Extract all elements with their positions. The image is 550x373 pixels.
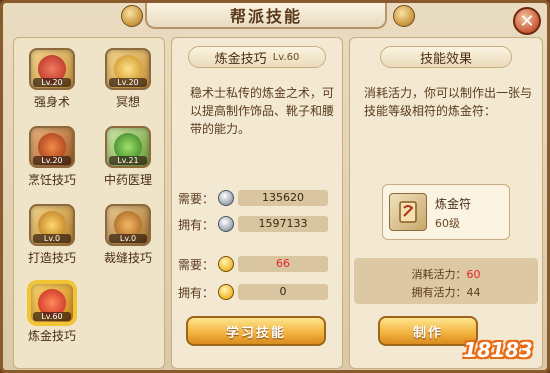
skill-meditation-icon: Lv.20: [105, 48, 151, 90]
skill-name: 炼金技巧: [27, 329, 76, 343]
item-level: 60级: [435, 217, 460, 230]
title-knob-left: [121, 5, 143, 27]
skill-level: Lv.0: [33, 234, 71, 243]
skill-item[interactable]: Lv.21 中药医理: [98, 126, 158, 188]
skill-name: 烹饪技巧: [27, 173, 76, 187]
skill-level: Lv.20: [33, 78, 71, 87]
item-name: 炼金符: [435, 197, 472, 211]
skill-list: Lv.20 强身术 Lv.20 冥想 Lv.20 烹饪技巧 Lv.21 中药医理: [13, 37, 165, 369]
skill-name: 强身术: [33, 95, 70, 109]
site-watermark: 18183: [463, 338, 533, 362]
skill-forging-icon: Lv.0: [29, 204, 75, 246]
contribution-icon: [218, 256, 234, 272]
silver-need-label: 需要：: [178, 191, 215, 206]
effect-description: 消耗活力，你可以制作出一张与技能等级相符的炼金符：: [364, 86, 533, 118]
vitality-cost-line: 消耗活力：60: [354, 266, 538, 282]
skill-name: 中药医理: [103, 173, 152, 187]
skill-level: Lv.60: [33, 312, 71, 321]
close-icon: ✕: [519, 10, 535, 32]
skill-level: Lv.20: [33, 156, 71, 165]
skill-medicine-icon: Lv.21: [105, 126, 151, 168]
effect-header: 技能效果: [380, 46, 512, 68]
vitality-cost-value: 60: [466, 268, 481, 281]
skill-description: 稳术士私传的炼金之术，可以提高制作饰品、靴子和腰带的能力。: [190, 86, 335, 136]
silver-coin-icon: [218, 216, 234, 232]
skill-name: 冥想: [115, 95, 140, 109]
silver-have-value: 1597133: [238, 216, 328, 232]
vitality-have-value: 44: [466, 286, 481, 299]
skill-level: Lv.0: [109, 234, 147, 243]
contrib-need-row: 需要： 66: [178, 254, 328, 274]
skill-detail-level: Lv.60: [272, 51, 300, 63]
skill-item[interactable]: Lv.20 强身术: [22, 48, 82, 110]
vitality-have-label: 拥有活力：: [411, 286, 467, 299]
learn-skill-button[interactable]: 学习技能: [186, 316, 326, 346]
silver-need-row: 需要： 135620: [178, 188, 328, 208]
vitality-box: 消耗活力：60 拥有活力：44: [354, 258, 538, 304]
contrib-need-label: 需要：: [178, 257, 215, 272]
silver-need-value: 135620: [238, 190, 328, 206]
contrib-have-row: 拥有： 0: [178, 282, 328, 302]
vitality-cost-label: 消耗活力：: [411, 268, 467, 281]
contrib-need-value: 66: [238, 256, 328, 272]
window-title: 帮派技能: [145, 3, 387, 29]
scroll-icon: [389, 193, 427, 231]
skill-detail-name: 炼金技巧: [214, 51, 267, 67]
skill-level: Lv.21: [109, 156, 147, 165]
skill-effect-panel: 技能效果 消耗活力，你可以制作出一张与技能等级相符的炼金符： 炼金符 60级 消…: [349, 37, 543, 369]
skill-level: Lv.20: [109, 78, 147, 87]
contribution-icon: [218, 284, 234, 300]
silver-coin-icon: [218, 190, 234, 206]
alchemy-charm-item[interactable]: 炼金符 60级: [382, 184, 510, 240]
contrib-have-label: 拥有：: [178, 285, 215, 300]
silver-have-row: 拥有： 1597133: [178, 214, 328, 234]
skill-window: 帮派技能 ✕ Lv.20 强身术 Lv.20 冥想 Lv.20 烹饪技巧 Lv.…: [0, 0, 550, 373]
silver-have-label: 拥有：: [178, 217, 215, 232]
skill-tailoring-icon: Lv.0: [105, 204, 151, 246]
skill-cooking-icon: Lv.20: [29, 126, 75, 168]
vitality-have-line: 拥有活力：44: [354, 284, 538, 300]
skill-item[interactable]: Lv.20 烹饪技巧: [22, 126, 82, 188]
skill-item[interactable]: Lv.20 冥想: [98, 48, 158, 110]
skill-detail-header: 炼金技巧 Lv.60: [188, 46, 326, 68]
skill-item[interactable]: Lv.0 打造技巧: [22, 204, 82, 266]
close-button[interactable]: ✕: [513, 7, 541, 35]
skill-detail-panel: 炼金技巧 Lv.60 稳术士私传的炼金之术，可以提高制作饰品、靴子和腰带的能力。…: [171, 37, 343, 369]
skill-name: 打造技巧: [27, 251, 76, 265]
skill-item[interactable]: Lv.0 裁缝技巧: [98, 204, 158, 266]
skill-name: 裁缝技巧: [103, 251, 152, 265]
skill-item-selected[interactable]: Lv.60 炼金技巧: [22, 282, 82, 344]
title-knob-right: [393, 5, 415, 27]
skill-strength-icon: Lv.20: [29, 48, 75, 90]
skill-alchemy-icon: Lv.60: [29, 282, 75, 324]
contrib-have-value: 0: [238, 284, 328, 300]
